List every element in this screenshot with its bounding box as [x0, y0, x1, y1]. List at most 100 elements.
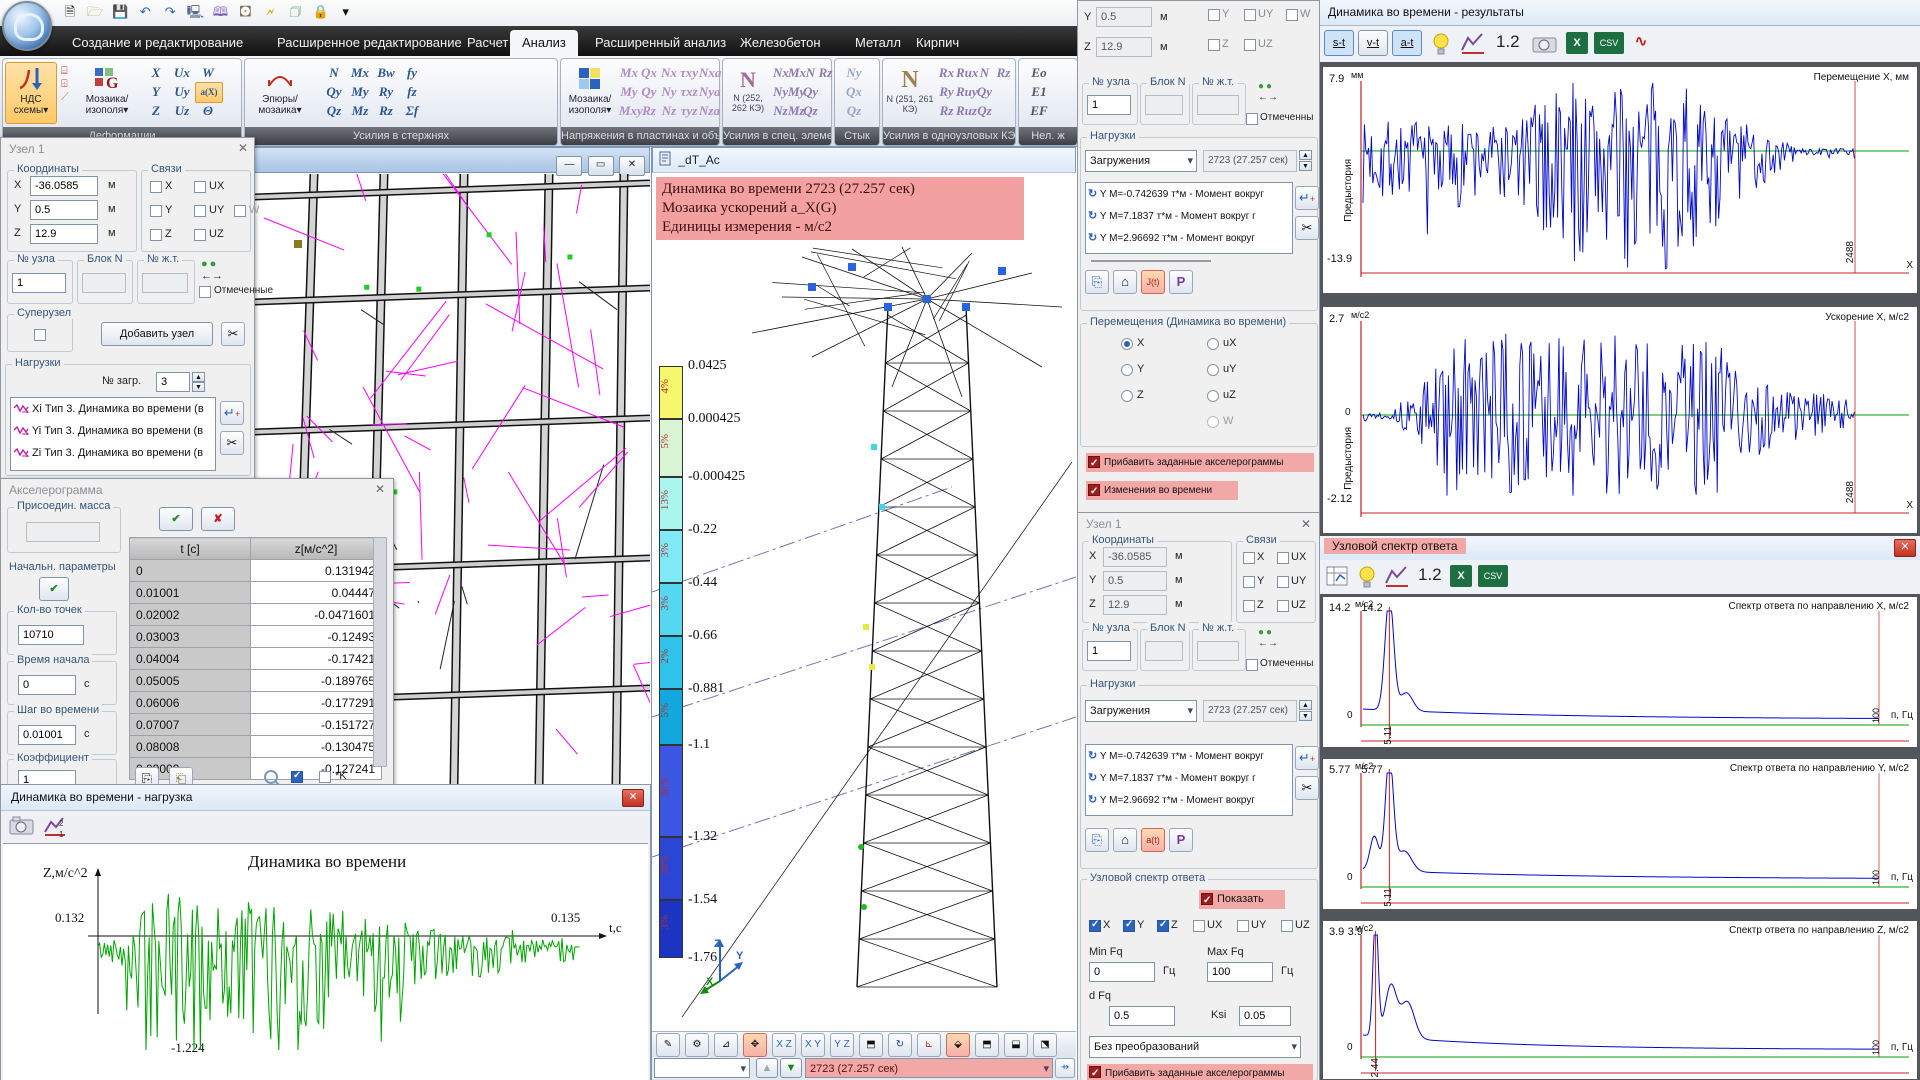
ribbon-cmd-mx[interactable]: Mx	[788, 63, 803, 82]
node-moments-list[interactable]: ↻ Y M=-0.742639 т*м - Момент вокруг↻ Y M…	[1085, 744, 1293, 816]
ribbon-cmd-e1[interactable]: E1	[1027, 82, 1051, 101]
perspective-icon[interactable]: ⬒	[859, 1033, 883, 1057]
add-load-icon[interactable]: ↵+	[220, 401, 244, 425]
camera-icon[interactable]	[9, 815, 35, 837]
marked-checkbox[interactable]	[1246, 113, 1258, 125]
direction-checkbox-uy[interactable]	[1237, 920, 1249, 932]
case-spin-down[interactable]: ▼	[1299, 711, 1312, 721]
table-row[interactable]: 0.08008-0.130475	[130, 736, 382, 758]
show-spectrum-checkbox[interactable]	[1201, 893, 1213, 905]
lock-icon[interactable]: 🔒	[311, 3, 331, 21]
transform-combo[interactable]: Без преобразований	[1089, 1036, 1301, 1058]
case-spin-up[interactable]: ▲	[1299, 150, 1312, 160]
min-fq-field[interactable]	[1089, 962, 1155, 982]
load-list-item[interactable]: Zi Тип 3. Динамика во времени (в	[11, 442, 215, 464]
add-accelerograms-checkbox[interactable]	[1089, 1066, 1101, 1078]
cube-iso-icon[interactable]: ⬔	[1033, 1033, 1057, 1057]
cube-front-icon[interactable]: ⬒	[975, 1033, 999, 1057]
delete-load-icon[interactable]: ✂	[1295, 776, 1319, 800]
close-icon[interactable]: ✕	[622, 789, 644, 807]
accelerogram-table[interactable]: t [c]z[м/с^2]00.1319420.010010.044470.02…	[129, 537, 382, 780]
xz-view-icon[interactable]: X Z	[772, 1033, 796, 1057]
jt-diagram-icon[interactable]: J(t)	[1141, 270, 1165, 294]
table-row[interactable]: 0.02002-0.0471601	[130, 604, 382, 626]
ribbon-cmd-yz[interactable]: τyz	[679, 101, 699, 120]
direction-checkbox-x[interactable]	[1089, 920, 1101, 932]
tie-checkbox-uy[interactable]	[1277, 576, 1289, 588]
ribbon-cmd-ny[interactable]: Ny	[659, 82, 679, 101]
xy-view-icon[interactable]: X Y	[801, 1033, 825, 1057]
app-logo[interactable]	[2, 1, 52, 51]
ribbon-cmd-rz[interactable]: Rz	[373, 101, 399, 120]
table-row[interactable]: 0.010010.04447	[130, 582, 382, 604]
ruler-icon[interactable]: ⟋	[61, 91, 69, 103]
ribbon-cmd-n[interactable]: N	[321, 63, 347, 82]
direction-checkbox-z[interactable]	[1157, 920, 1169, 932]
load-spin-up[interactable]: ▲	[192, 372, 205, 382]
left-view-titlebar[interactable]: — ▭ ✕	[254, 147, 650, 173]
model3d-icon[interactable]: 🗇	[286, 3, 306, 21]
tie-checkbox-uz[interactable]	[1244, 39, 1256, 51]
node-number-field[interactable]	[1087, 95, 1131, 115]
ribbon-cmd-rux[interactable]: Rux	[956, 63, 975, 82]
ribbon-cmd-qy[interactable]: Qy	[639, 82, 659, 101]
case-spin-down[interactable]: ▼	[1299, 161, 1312, 171]
close-icon[interactable]: ✕	[238, 141, 248, 155]
book-icon[interactable]: 🕮	[210, 3, 230, 21]
ksi-field[interactable]	[1239, 1006, 1291, 1026]
ribbon-cmd-rz[interactable]: Rz	[937, 101, 956, 120]
excel-export-icon[interactable]: X	[1450, 565, 1472, 587]
export-icon[interactable]: ⎘	[1085, 828, 1109, 852]
axes-icon[interactable]: ⊿	[714, 1033, 738, 1057]
max-fq-field[interactable]	[1207, 962, 1273, 982]
close-icon[interactable]: ✕	[1894, 539, 1916, 557]
show-chart-checkbox[interactable]	[291, 771, 303, 783]
close-icon[interactable]: ✕	[1301, 517, 1311, 531]
open-icon[interactable]: 🗁	[85, 3, 105, 21]
ribbon-cmd-xz[interactable]: τxz	[679, 82, 699, 101]
load-spin-down[interactable]: ▼	[192, 382, 205, 392]
p-icon[interactable]: P	[1169, 270, 1193, 294]
lightbulb-icon[interactable]	[1432, 31, 1450, 57]
tie-checkbox-uz[interactable]	[194, 229, 206, 241]
maximize-icon[interactable]: ▭	[588, 156, 614, 176]
ribbon-cmd-rz[interactable]: Rz	[639, 101, 659, 120]
kstar-checkbox[interactable]	[319, 771, 331, 783]
ribbon-cmd-rz[interactable]: Rz	[818, 63, 833, 82]
table-row[interactable]: 0.07007-0.151727	[130, 714, 382, 736]
add-load-icon[interactable]: ↵+	[1295, 186, 1319, 210]
direction-checkbox-y[interactable]	[1123, 920, 1135, 932]
single-node-n-button[interactable]: N N (251, 261 КЭ)	[885, 67, 935, 114]
ribbon-cmd-nz[interactable]: Nz	[659, 101, 679, 120]
ribbon-cmd-x[interactable]: X	[143, 63, 169, 82]
yz-view-icon[interactable]: Y Z	[830, 1033, 854, 1057]
ribbon-cmd-mx[interactable]: Mx	[619, 63, 639, 82]
results-titlebar[interactable]: Динамика во времени - результаты	[1320, 0, 1920, 26]
ribbon-cmd-uy[interactable]: Uy	[169, 82, 195, 101]
ribbon-cmd-nx[interactable]: Nx	[659, 63, 679, 82]
radio-w[interactable]	[1207, 416, 1219, 428]
s-t-button[interactable]: s-t	[1324, 30, 1354, 56]
moment-list-item[interactable]: ↻ Y M=7.1837 т*м - Момент вокруг г	[1086, 205, 1292, 227]
tie-checkbox-ux[interactable]	[1277, 552, 1289, 564]
epures-mosaic-button[interactable]: Эпюры/мозаика▾	[249, 62, 311, 124]
load-list-item[interactable]: Xi Тип 3. Динамика во времени (в	[11, 398, 215, 420]
ribbon-cmd-nza[interactable]: Nza	[699, 101, 719, 120]
pencil-icon[interactable]: ✎	[656, 1033, 680, 1057]
moment-list-item[interactable]: ↻ Y M=2.96692 т*м - Момент вокруг	[1086, 789, 1292, 811]
node-number-field[interactable]	[12, 273, 66, 293]
ribbon-cmd-ruy[interactable]: Ruy	[956, 82, 975, 101]
ribbon-cmd-eo[interactable]: Eo	[1027, 63, 1051, 82]
loadcase-combo[interactable]: Загружения	[1085, 700, 1197, 722]
chart-settings-icon[interactable]: 21	[43, 814, 69, 838]
ribbon-cmd-ry[interactable]: Ry	[373, 82, 399, 101]
ribbon-cmd-nxa[interactable]: Nxa	[699, 63, 719, 82]
frequency-response-icon[interactable]: ∿	[1630, 32, 1652, 54]
tie-checkbox-w[interactable]	[234, 205, 246, 217]
add-accelerograms-checkbox[interactable]	[1088, 456, 1100, 468]
radio-uz[interactable]	[1207, 390, 1219, 402]
save-icon[interactable]: 💾	[110, 3, 130, 21]
ribbon-cmd-my[interactable]: My	[788, 82, 803, 101]
ribbon-cmd-bw[interactable]: Bw	[373, 63, 399, 82]
ribbon-cmd-my[interactable]: My	[619, 82, 639, 101]
